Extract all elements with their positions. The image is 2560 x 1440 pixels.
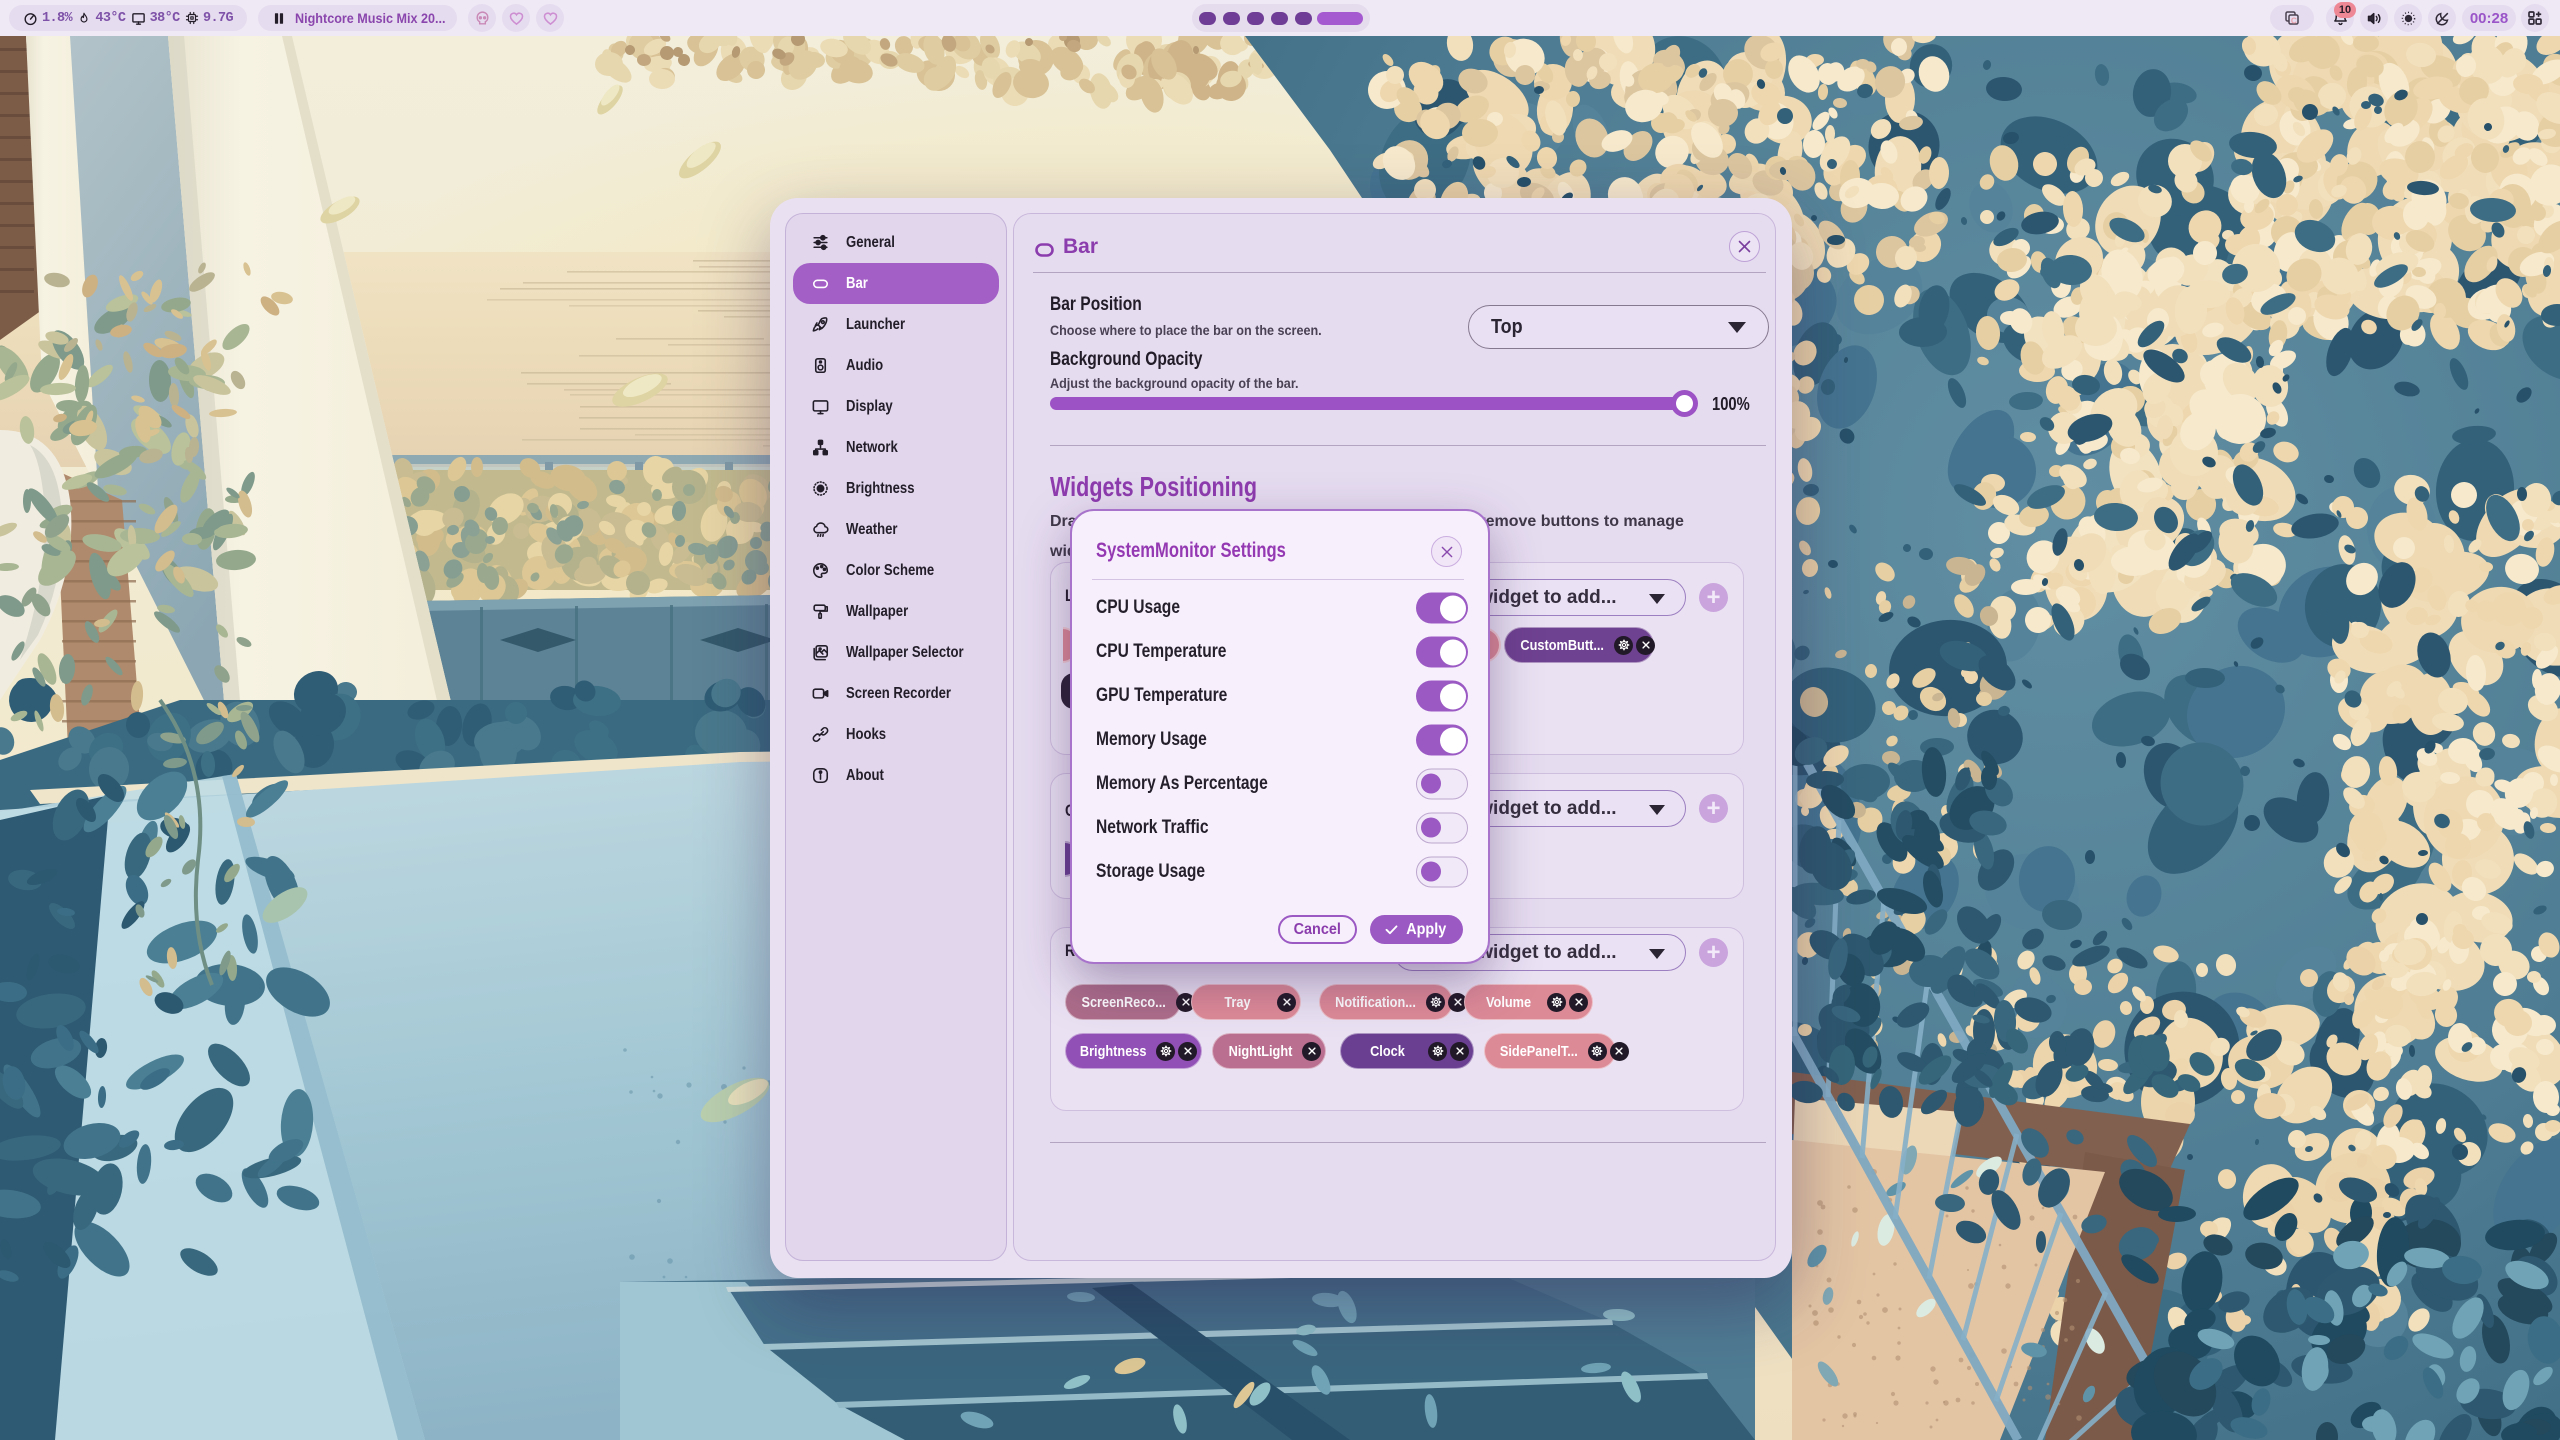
svg-text:C: C [2291, 16, 2297, 25]
